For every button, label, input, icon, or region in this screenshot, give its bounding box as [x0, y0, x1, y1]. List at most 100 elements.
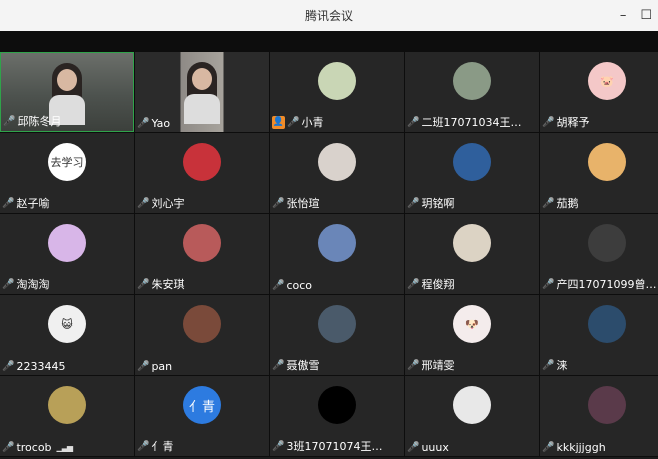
participant-label: 🎤 2233445	[2, 360, 65, 373]
participant-name: 聂傲雪	[286, 359, 320, 372]
avatar	[588, 305, 626, 343]
avatar: 🐷	[588, 62, 626, 100]
participant-grid: 🎤 邱陈冬月 🎤 Yao 👤 🎤 小青 🎤 二班17071034王… 🐷 🎤 胡释予 去学习 🎤 赵子喻 🎤 刘…	[0, 52, 658, 457]
mic-icon: 🎤	[542, 116, 555, 128]
participant-tile[interactable]: 🎤 trocob ▁▃▅	[0, 376, 134, 456]
participant-name: 产四17071099曾…	[556, 278, 657, 291]
mic-icon: 🎤	[2, 278, 15, 290]
participant-tile[interactable]: 🎤 程俊翔	[405, 214, 539, 294]
participant-name: 刘心宇	[151, 197, 185, 210]
participant-name: 张怡瑄	[286, 197, 320, 210]
mic-icon: 🎤	[2, 442, 15, 453]
maximize-icon[interactable]: ☐	[640, 8, 652, 23]
participant-label: 🎤 亻青	[137, 438, 173, 454]
avatar	[48, 224, 86, 262]
participant-name: 二班17071034王…	[421, 116, 522, 129]
participant-tile[interactable]: 🎤 聂傲雪	[270, 295, 404, 375]
participant-label: 🎤 胡释予	[542, 114, 589, 130]
avatar	[318, 143, 356, 181]
avatar: 🐶	[453, 305, 491, 343]
participant-name: 邢靖雯	[421, 359, 455, 372]
participant-label: 🎤 邢靖雯	[407, 357, 454, 373]
participant-tile[interactable]: 🎤 茄鹅	[540, 133, 658, 213]
participant-name: coco	[286, 279, 313, 292]
participant-tile[interactable]: 🎤 张怡瑄	[270, 133, 404, 213]
participant-tile[interactable]: 🐷 🎤 胡释予	[540, 52, 658, 132]
participant-name: 茄鹅	[556, 197, 579, 210]
participant-name: 赵子喻	[16, 197, 50, 210]
avatar: 亻青	[183, 386, 221, 424]
participant-tile[interactable]: 🎤 刘心宇	[135, 133, 269, 213]
participant-label: 🎤 茄鹅	[542, 195, 578, 211]
participant-name: 胡释予	[556, 116, 590, 129]
participant-tile[interactable]: 🎤 coco	[270, 214, 404, 294]
participant-tile[interactable]: 🎤 uuux	[405, 376, 539, 456]
participant-name: Yao	[151, 117, 171, 130]
avatar	[453, 224, 491, 262]
host-role-icon: 👤	[272, 115, 285, 129]
participant-label: 🎤 刘心宇	[137, 195, 184, 211]
participant-tile[interactable]: 去学习 🎤 赵子喻	[0, 133, 134, 213]
participant-label: 👤 🎤 小青	[272, 114, 323, 130]
participant-tile[interactable]: 🎤 涞	[540, 295, 658, 375]
avatar	[318, 386, 356, 424]
mic-icon: 🎤	[2, 197, 15, 209]
participant-label: 🎤 程俊翔	[407, 276, 454, 292]
participant-label: 🎤 张怡瑄	[272, 195, 319, 211]
participant-label: 🎤 pan	[137, 360, 172, 373]
mic-icon: 🎤	[137, 278, 150, 290]
participant-label: 🎤 聂傲雪	[272, 357, 319, 373]
avatar	[318, 224, 356, 262]
signal-strength-icon: ▁▃▅	[56, 443, 74, 452]
participant-tile[interactable]: 🎤 Yao	[135, 52, 269, 132]
participant-name: 小青	[301, 116, 324, 129]
participant-tile[interactable]: 🐶 🎤 邢靖雯	[405, 295, 539, 375]
avatar	[183, 305, 221, 343]
mic-icon: 🎤	[137, 440, 150, 452]
participant-label: 🎤 3班17071074王…	[272, 438, 382, 454]
participant-tile[interactable]: 👤 🎤 小青	[270, 52, 404, 132]
participant-label: 🎤 邱陈冬月	[3, 113, 61, 129]
participant-tile[interactable]: 🎤 淘淘淘	[0, 214, 134, 294]
avatar	[318, 305, 356, 343]
mic-icon: 🎤	[542, 197, 555, 209]
participant-tile[interactable]: 🎤 二班17071034王…	[405, 52, 539, 132]
participant-label: 🎤 朱安琪	[137, 276, 184, 292]
mic-icon: 🎤	[407, 116, 420, 128]
participant-name: trocob	[16, 441, 52, 454]
avatar: 去学习	[48, 143, 86, 181]
participant-tile[interactable]: 🎤 3班17071074王…	[270, 376, 404, 456]
participant-name: pan	[151, 360, 173, 373]
participant-tile[interactable]: 😺 🎤 2233445	[0, 295, 134, 375]
participant-tile[interactable]: 🎤 kkkjjjggh	[540, 376, 658, 456]
participant-label: 🎤 Yao	[137, 117, 170, 130]
avatar	[183, 224, 221, 262]
avatar	[318, 62, 356, 100]
mic-icon: 🎤	[272, 359, 285, 371]
top-strip	[0, 31, 658, 52]
participant-name: 邱陈冬月	[17, 115, 62, 128]
participant-label: 🎤 玥铭啊	[407, 195, 454, 211]
avatar	[588, 386, 626, 424]
mic-icon: 🎤	[272, 440, 285, 452]
participant-video	[47, 61, 87, 125]
avatar	[183, 143, 221, 181]
window-controls: – ☐	[620, 0, 652, 31]
participant-name: 朱安琪	[151, 278, 185, 291]
mic-icon: 🎤	[542, 359, 555, 371]
mic-icon: 🎤	[137, 197, 150, 209]
participant-tile[interactable]: 亻青 🎤 亻青	[135, 376, 269, 456]
participant-tile[interactable]: 🎤 pan	[135, 295, 269, 375]
avatar: 😺	[48, 305, 86, 343]
participant-name: kkkjjjggh	[556, 441, 606, 454]
participant-name: 玥铭啊	[421, 197, 455, 210]
participant-tile[interactable]: 🎤 邱陈冬月	[0, 52, 134, 132]
mic-icon: 🎤	[3, 115, 16, 127]
minimize-icon[interactable]: –	[620, 8, 627, 23]
mic-icon: 🎤	[272, 280, 285, 291]
avatar	[588, 143, 626, 181]
participant-tile[interactable]: 🎤 朱安琪	[135, 214, 269, 294]
participant-tile[interactable]: 🎤 产四17071099曾…	[540, 214, 658, 294]
participant-tile[interactable]: 🎤 玥铭啊	[405, 133, 539, 213]
participant-label: 🎤 赵子喻	[2, 195, 49, 211]
